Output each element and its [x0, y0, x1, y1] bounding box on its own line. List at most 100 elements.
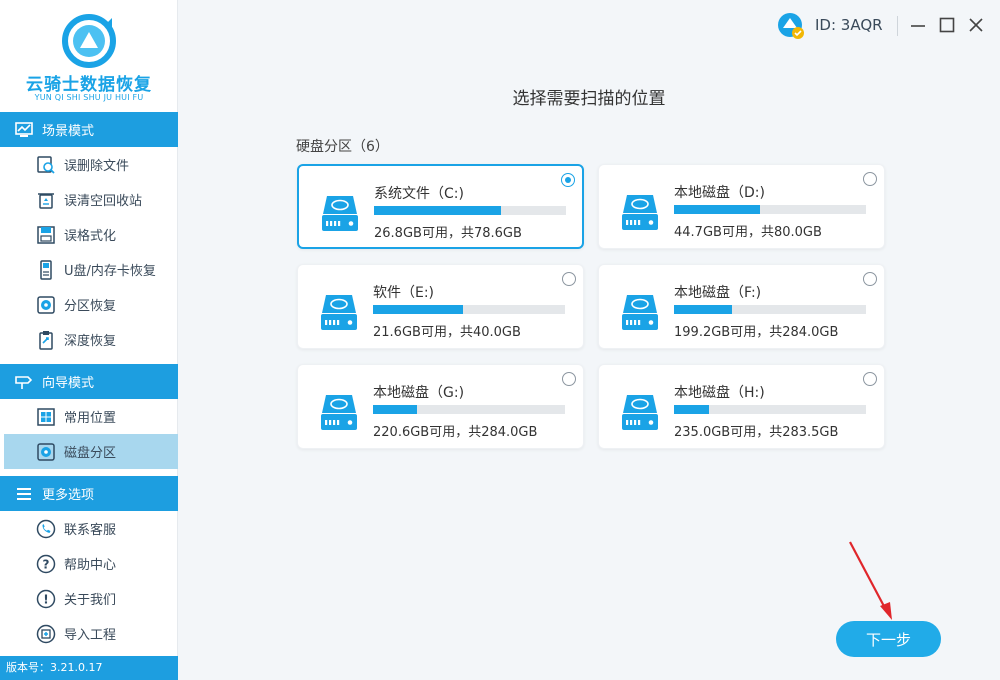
partition-group-label: 硬盘分区（6） — [296, 136, 389, 156]
disk-usage-bar — [674, 305, 866, 314]
disk-usage-bar — [674, 405, 866, 414]
disk-radio[interactable] — [562, 272, 576, 286]
disk-card[interactable]: 本地磁盘（H:) 235.0GB可用，共283.5GB — [598, 364, 885, 449]
disk-card[interactable]: 本地磁盘（D:) 44.7GB可用，共80.0GB — [598, 164, 885, 249]
disk-card[interactable]: 本地磁盘（F:) 199.2GB可用，共284.0GB — [598, 264, 885, 349]
disk-radio[interactable] — [863, 372, 877, 386]
sidebar-item-usb[interactable]: U盘/内存卡恢复 — [0, 252, 178, 287]
hard-drive-icon — [621, 292, 659, 332]
sidebar: 云骑士数据恢复 YUN QI SHI SHU JU HUI FU 场景模式 误删… — [0, 0, 178, 680]
hard-drive-icon — [321, 193, 359, 233]
logo-title: 云骑士数据恢复 — [0, 70, 178, 95]
sidebar-item-about-us[interactable]: ! 关于我们 — [0, 581, 178, 616]
phone-icon — [36, 519, 56, 539]
close-button[interactable] — [966, 14, 986, 36]
partition-icon — [36, 295, 56, 315]
sidebar-item-label: 导入工程 — [64, 624, 116, 643]
page-title: 选择需要扫描的位置 — [178, 84, 1000, 109]
section-title: 向导模式 — [42, 372, 94, 391]
section-scene-mode: 场景模式 — [0, 112, 178, 147]
disk-capacity: 26.8GB可用，共78.6GB — [374, 222, 522, 241]
disk-usage-fill — [373, 405, 417, 414]
svg-text:!: ! — [43, 592, 48, 606]
disk-radio[interactable] — [561, 173, 575, 187]
disk-capacity: 21.6GB可用，共40.0GB — [373, 321, 521, 340]
logo-subtitle: YUN QI SHI SHU JU HUI FU — [0, 93, 178, 102]
sidebar-item-disk-partitions[interactable]: 磁盘分区 — [4, 434, 178, 469]
pointer-arrow-icon — [846, 540, 896, 622]
disk-radio[interactable] — [562, 372, 576, 386]
sidebar-item-label: 误清空回收站 — [64, 190, 142, 209]
disk-name: 本地磁盘（F:) — [674, 282, 761, 302]
maximize-button[interactable] — [937, 14, 957, 36]
disk-capacity: 235.0GB可用，共283.5GB — [674, 421, 838, 440]
menu-icon — [14, 485, 34, 503]
header-divider — [897, 16, 898, 36]
minimize-button[interactable] — [908, 14, 928, 36]
sidebar-item-label: 误格式化 — [64, 225, 116, 244]
import-icon — [36, 624, 56, 644]
hard-drive-icon — [621, 392, 659, 432]
section-more-options: 更多选项 — [0, 476, 178, 511]
sidebar-item-deep-recovery[interactable]: 深度恢复 — [0, 322, 178, 357]
sidebar-item-import-project[interactable]: 导入工程 — [0, 616, 178, 651]
maximize-icon — [939, 17, 955, 33]
disk-name: 本地磁盘（D:) — [674, 182, 765, 202]
disk-name: 本地磁盘（H:) — [674, 382, 765, 402]
hard-drive-icon — [320, 392, 358, 432]
format-icon — [36, 225, 56, 245]
usb-icon — [36, 260, 56, 280]
version-label: 版本号：3.21.0.17 — [0, 656, 178, 680]
disk-card[interactable]: 软件（E:) 21.6GB可用，共40.0GB — [297, 264, 584, 349]
sidebar-item-label: 深度恢复 — [64, 330, 116, 349]
disk-name: 软件（E:) — [373, 282, 434, 302]
monitor-icon — [14, 121, 34, 139]
minimize-icon — [910, 17, 926, 33]
sidebar-item-format[interactable]: 误格式化 — [0, 217, 178, 252]
disk-icon — [36, 442, 56, 462]
disk-usage-bar — [373, 305, 565, 314]
disk-usage-bar — [374, 206, 566, 215]
disk-usage-fill — [373, 305, 463, 314]
disk-usage-fill — [374, 206, 501, 215]
disk-radio[interactable] — [863, 172, 877, 186]
sidebar-item-label: 关于我们 — [64, 589, 116, 608]
disk-name: 系统文件（C:) — [374, 183, 464, 203]
next-step-button[interactable]: 下一步 — [836, 621, 941, 657]
disk-usage-fill — [674, 405, 709, 414]
disk-card[interactable]: 系统文件（C:) 26.8GB可用，共78.6GB — [297, 164, 584, 249]
svg-text:?: ? — [43, 557, 50, 571]
help-icon: ? — [36, 554, 56, 574]
hard-drive-icon — [621, 192, 659, 232]
deep-recovery-icon — [36, 330, 56, 350]
sidebar-item-label: 联系客服 — [64, 519, 116, 538]
user-avatar-icon[interactable] — [777, 12, 805, 40]
signpost-icon — [14, 373, 34, 391]
sidebar-item-label: 分区恢复 — [64, 295, 116, 314]
disk-radio[interactable] — [863, 272, 877, 286]
sidebar-item-partition-recovery[interactable]: 分区恢复 — [0, 287, 178, 322]
sidebar-item-recycle-bin[interactable]: 误清空回收站 — [0, 182, 178, 217]
section-title: 场景模式 — [42, 120, 94, 139]
sidebar-item-common-locations[interactable]: 常用位置 — [0, 399, 178, 434]
sidebar-item-deleted-files[interactable]: 误删除文件 — [0, 147, 178, 182]
disk-capacity: 220.6GB可用，共284.0GB — [373, 421, 537, 440]
disk-usage-bar — [373, 405, 565, 414]
close-icon — [968, 17, 984, 33]
sidebar-item-help-center[interactable]: ? 帮助中心 — [0, 546, 178, 581]
disk-capacity: 44.7GB可用，共80.0GB — [674, 221, 822, 240]
disk-capacity: 199.2GB可用，共284.0GB — [674, 321, 838, 340]
windows-icon — [36, 407, 56, 427]
logo-icon — [62, 14, 116, 68]
disk-card[interactable]: 本地磁盘（G:) 220.6GB可用，共284.0GB — [297, 364, 584, 449]
sidebar-item-label: 磁盘分区 — [64, 442, 116, 461]
section-wizard-mode: 向导模式 — [0, 364, 178, 399]
disk-usage-fill — [674, 305, 732, 314]
disk-name: 本地磁盘（G:) — [373, 382, 464, 402]
user-id: ID: 3AQR — [815, 16, 883, 34]
recycle-bin-icon — [36, 190, 56, 210]
sidebar-item-label: U盘/内存卡恢复 — [64, 260, 156, 279]
sidebar-item-customer-service[interactable]: 联系客服 — [0, 511, 178, 546]
info-icon: ! — [36, 589, 56, 609]
sidebar-item-label: 帮助中心 — [64, 554, 116, 573]
